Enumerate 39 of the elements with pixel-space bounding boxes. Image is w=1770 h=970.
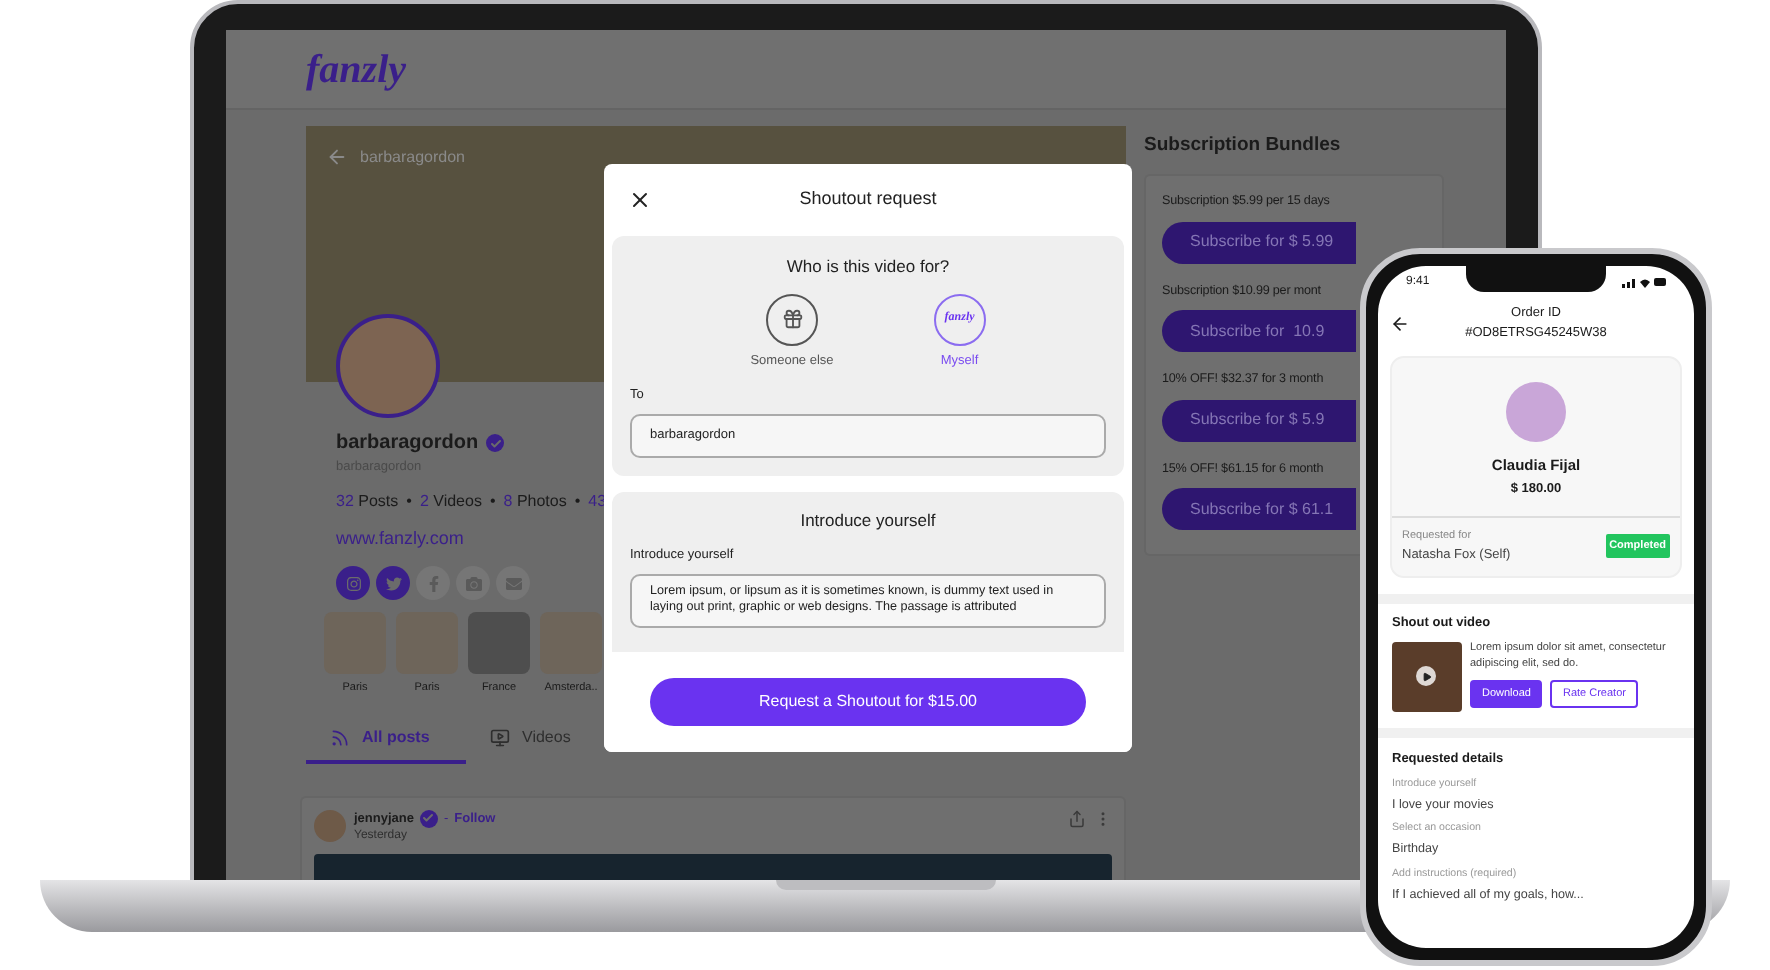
feed-icon bbox=[330, 727, 350, 747]
instagram-icon[interactable] bbox=[336, 566, 370, 601]
gift-icon bbox=[781, 308, 803, 331]
status-icons bbox=[1622, 276, 1666, 288]
facebook-icon[interactable] bbox=[416, 566, 450, 601]
verified-icon bbox=[419, 809, 438, 828]
bundles-title: Subscription Bundles bbox=[1144, 132, 1343, 160]
question-text: Who is this video for? bbox=[784, 254, 952, 280]
play-icon bbox=[1416, 666, 1436, 687]
profile-name: barbaragordon bbox=[336, 430, 479, 458]
request-button[interactable]: Request a Shoutout for $15.00 bbox=[650, 678, 1086, 726]
separator-dot: • bbox=[489, 489, 496, 514]
subscribe-button[interactable]: Subscribe for 10.9 bbox=[1162, 310, 1356, 353]
camera-icon[interactable] bbox=[456, 566, 490, 601]
separator-dot: • bbox=[406, 489, 412, 514]
dialog-title: Shoutout request bbox=[797, 186, 939, 213]
stat-text: 8 Photos bbox=[503, 489, 567, 514]
separator-dot: • bbox=[574, 489, 581, 514]
subscribe-button[interactable]: Subscribe for $ 5.99 bbox=[1162, 221, 1356, 264]
phone-notch bbox=[1466, 266, 1606, 292]
close-icon[interactable] bbox=[628, 188, 652, 212]
section-title: Introduce yourself bbox=[798, 508, 938, 534]
cover-title: barbaragordon bbox=[360, 146, 465, 170]
creator-avatar bbox=[1506, 381, 1566, 441]
stat-text: 2 Videos bbox=[419, 489, 482, 514]
share-icon[interactable] bbox=[1068, 809, 1086, 827]
logo: fanzly bbox=[306, 45, 406, 95]
stat-text: 32 Posts bbox=[336, 489, 399, 514]
twitter-icon[interactable] bbox=[376, 566, 410, 601]
verified-icon bbox=[486, 434, 505, 452]
subscribe-button[interactable]: Subscribe for $ 5.9 bbox=[1162, 399, 1356, 442]
back-icon[interactable] bbox=[1390, 313, 1410, 334]
highlight-photo[interactable] bbox=[468, 612, 530, 675]
post-avatar bbox=[314, 809, 346, 841]
mail-icon[interactable] bbox=[496, 566, 530, 601]
video-thumbnail[interactable] bbox=[1392, 642, 1462, 713]
avatar bbox=[336, 314, 440, 418]
video-icon bbox=[490, 727, 510, 747]
subscribe-button[interactable]: Subscribe for $ 61.1 bbox=[1162, 488, 1356, 530]
